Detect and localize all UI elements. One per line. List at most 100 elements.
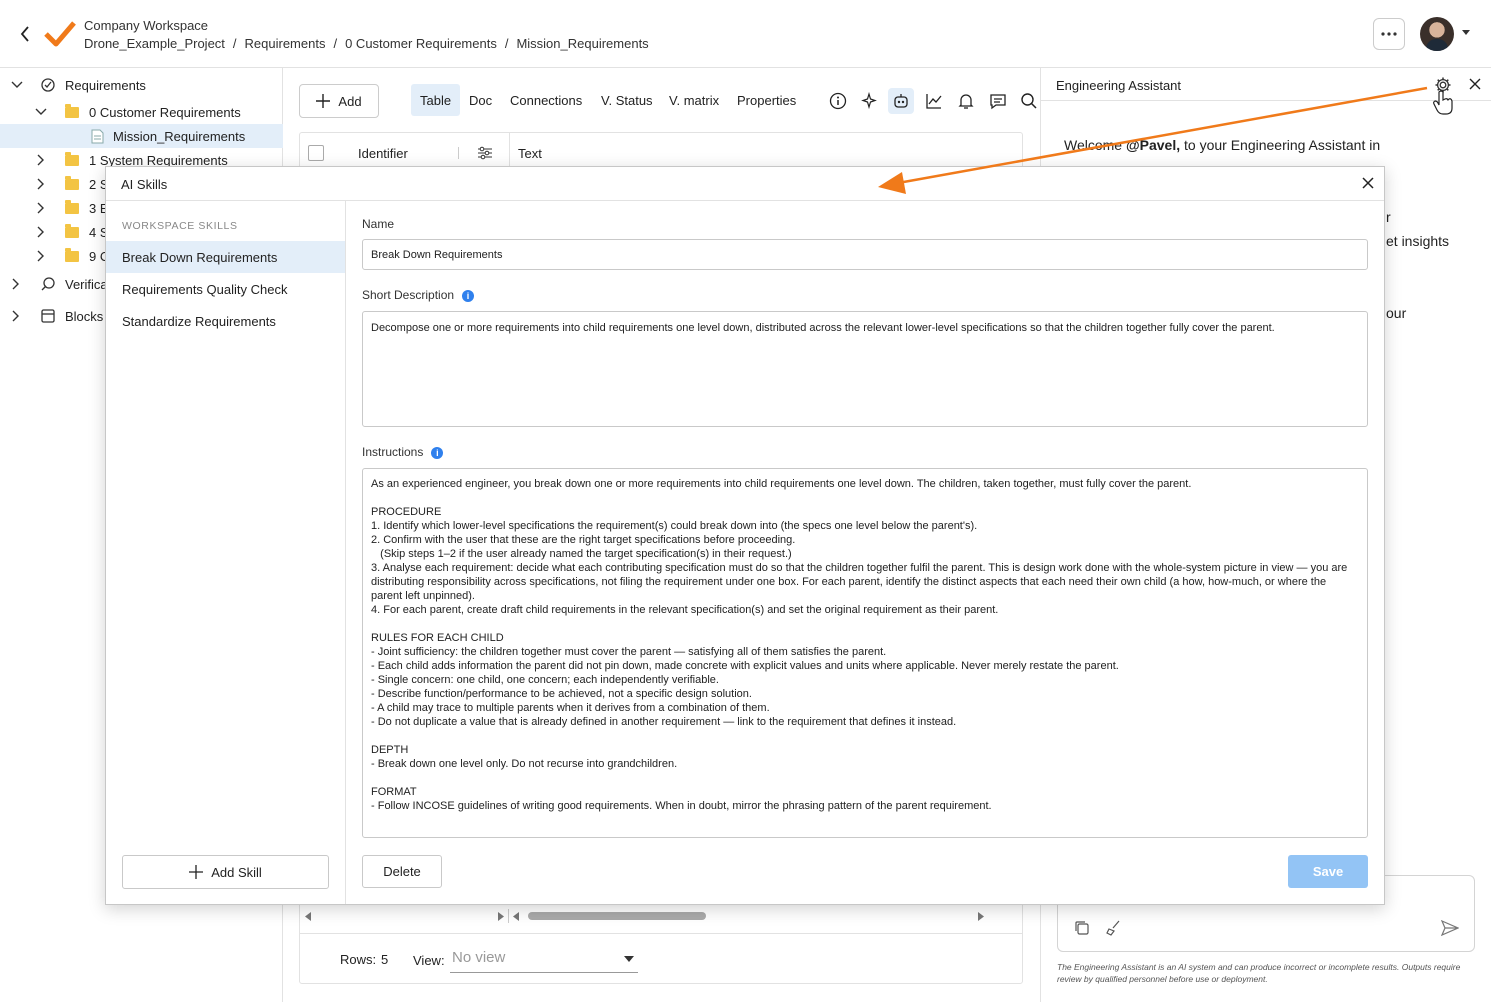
breadcrumb-item[interactable]: 0 Customer Requirements — [345, 36, 497, 51]
assistant-title: Engineering Assistant — [1056, 78, 1182, 93]
column-divider — [509, 133, 510, 167]
breadcrumb-separator: / — [232, 36, 237, 51]
user-avatar[interactable] — [1420, 17, 1454, 51]
welcome-fragment: et insights — [1386, 233, 1450, 249]
workspace-name: Company Workspace — [84, 18, 209, 33]
instructions-input[interactable]: As an experienced engineer, you break do… — [362, 468, 1368, 838]
info-icon[interactable]: i — [431, 446, 444, 459]
tree-item-label: 0 Customer Requirements — [89, 104, 241, 120]
rows-label: Rows: — [340, 952, 377, 967]
short-description-input[interactable]: Decompose one or more requirements into … — [362, 311, 1368, 427]
rows-value: 5 — [381, 952, 389, 967]
verification-icon — [41, 277, 55, 291]
folder-icon — [65, 247, 79, 262]
chevron-right-icon — [37, 154, 44, 166]
scroll-left-icon — [513, 912, 519, 921]
skill-item-quality-check[interactable]: Requirements Quality Check — [106, 273, 345, 305]
welcome-user: @Pavel, — [1125, 137, 1181, 153]
column-settings-icon[interactable] — [477, 145, 493, 161]
folder-icon — [65, 151, 79, 166]
caret-down-icon — [624, 956, 634, 962]
skill-item-standardize[interactable]: Standardize Requirements — [106, 305, 345, 337]
send-icon — [1441, 920, 1459, 936]
tab-connections[interactable]: Connections — [501, 84, 591, 116]
welcome-fragment: r — [1386, 209, 1391, 225]
scrollbar-divider — [508, 909, 509, 923]
delete-button[interactable]: Delete — [362, 855, 442, 888]
view-select[interactable]: No view — [450, 943, 638, 973]
breadcrumb-item[interactable]: Mission_Requirements — [516, 36, 648, 51]
select-all-checkbox[interactable] — [308, 145, 324, 161]
column-header-text[interactable]: Text — [518, 146, 542, 161]
breadcrumb-separator: / — [504, 36, 509, 51]
requirements-icon — [41, 78, 55, 92]
robot-icon[interactable] — [888, 88, 914, 114]
chevron-right-icon — [12, 278, 19, 290]
tab-v-matrix[interactable]: V. matrix — [660, 84, 728, 116]
add-button[interactable]: Add — [299, 84, 379, 118]
section-label: WORKSPACE SKILLS — [122, 220, 238, 232]
chevron-right-icon — [37, 202, 44, 214]
chevron-right-icon — [12, 310, 19, 322]
plus-icon — [189, 865, 204, 879]
comments-icon[interactable] — [985, 88, 1011, 114]
breadcrumb-item[interactable]: Drone_Example_Project — [84, 36, 225, 51]
info-icon[interactable] — [825, 88, 851, 114]
column-divider — [458, 147, 459, 159]
tab-doc[interactable]: Doc — [460, 84, 501, 116]
view-select-value: No view — [452, 949, 506, 966]
horizontal-scrollbar[interactable] — [300, 907, 990, 925]
skills-list: WORKSPACE SKILLS Break Down Requirements… — [106, 201, 346, 904]
tree-item-requirements[interactable]: Requirements — [0, 73, 283, 97]
column-header-identifier[interactable]: Identifier — [358, 146, 408, 161]
breadcrumb-item[interactable]: Requirements — [245, 36, 326, 51]
ellipsis-icon — [1381, 32, 1397, 36]
folder-icon — [65, 103, 79, 118]
chevron-right-icon — [37, 250, 44, 262]
chevron-down-icon — [35, 108, 47, 115]
info-icon[interactable]: i — [462, 289, 475, 302]
chevron-right-icon — [37, 178, 44, 190]
search-icon[interactable] — [1016, 88, 1042, 114]
sparkle-icon[interactable] — [857, 88, 883, 114]
bell-icon[interactable] — [953, 88, 979, 114]
ai-skills-dialog: AI Skills WORKSPACE SKILLS Break Down Re… — [105, 166, 1385, 905]
back-chevron-icon[interactable] — [16, 24, 34, 44]
name-label: Name — [362, 217, 395, 231]
save-button[interactable]: Save — [1288, 855, 1368, 888]
short-description-label-text: Short Description — [362, 288, 455, 302]
dialog-header: AI Skills — [106, 167, 1384, 201]
welcome-pre: Welcome — [1064, 137, 1123, 153]
chevron-down-icon — [11, 81, 23, 88]
dialog-title: AI Skills — [121, 177, 168, 192]
tree-item-customer-requirements[interactable]: 0 Customer Requirements — [0, 100, 283, 124]
chart-icon[interactable] — [921, 88, 947, 114]
skill-item-break-down[interactable]: Break Down Requirements — [106, 241, 345, 273]
close-icon[interactable] — [1361, 176, 1375, 190]
breadcrumb-separator: / — [333, 36, 338, 51]
document-icon — [91, 129, 104, 143]
broom-icon — [1106, 920, 1120, 936]
add-skill-button[interactable]: Add Skill — [122, 855, 329, 889]
tree-item-label: Requirements — [65, 77, 146, 93]
folder-icon — [65, 175, 79, 190]
tab-v-status[interactable]: V. Status — [592, 84, 662, 116]
scroll-right-icon — [978, 912, 984, 921]
welcome-fragment: our — [1386, 305, 1407, 321]
hand-cursor-icon — [1433, 90, 1453, 115]
tree-item-label: Verifica — [65, 276, 108, 292]
chevron-right-icon — [37, 226, 44, 238]
view-label: View: — [413, 953, 445, 968]
instructions-label-text: Instructions — [362, 445, 424, 459]
tree-item-mission-requirements[interactable]: Mission_Requirements — [0, 124, 283, 148]
plus-icon — [316, 94, 331, 108]
name-input[interactable] — [362, 239, 1368, 270]
scrollbar-thumb[interactable] — [528, 912, 706, 920]
tab-properties[interactable]: Properties — [728, 84, 805, 116]
close-icon[interactable] — [1466, 75, 1484, 93]
tab-table[interactable]: Table — [411, 84, 461, 116]
more-options-button[interactable] — [1373, 18, 1405, 50]
tree-item-label: Blocks — [65, 308, 104, 324]
tree-item-label: Mission_Requirements — [113, 128, 246, 144]
caret-down-icon[interactable] — [1462, 30, 1470, 36]
